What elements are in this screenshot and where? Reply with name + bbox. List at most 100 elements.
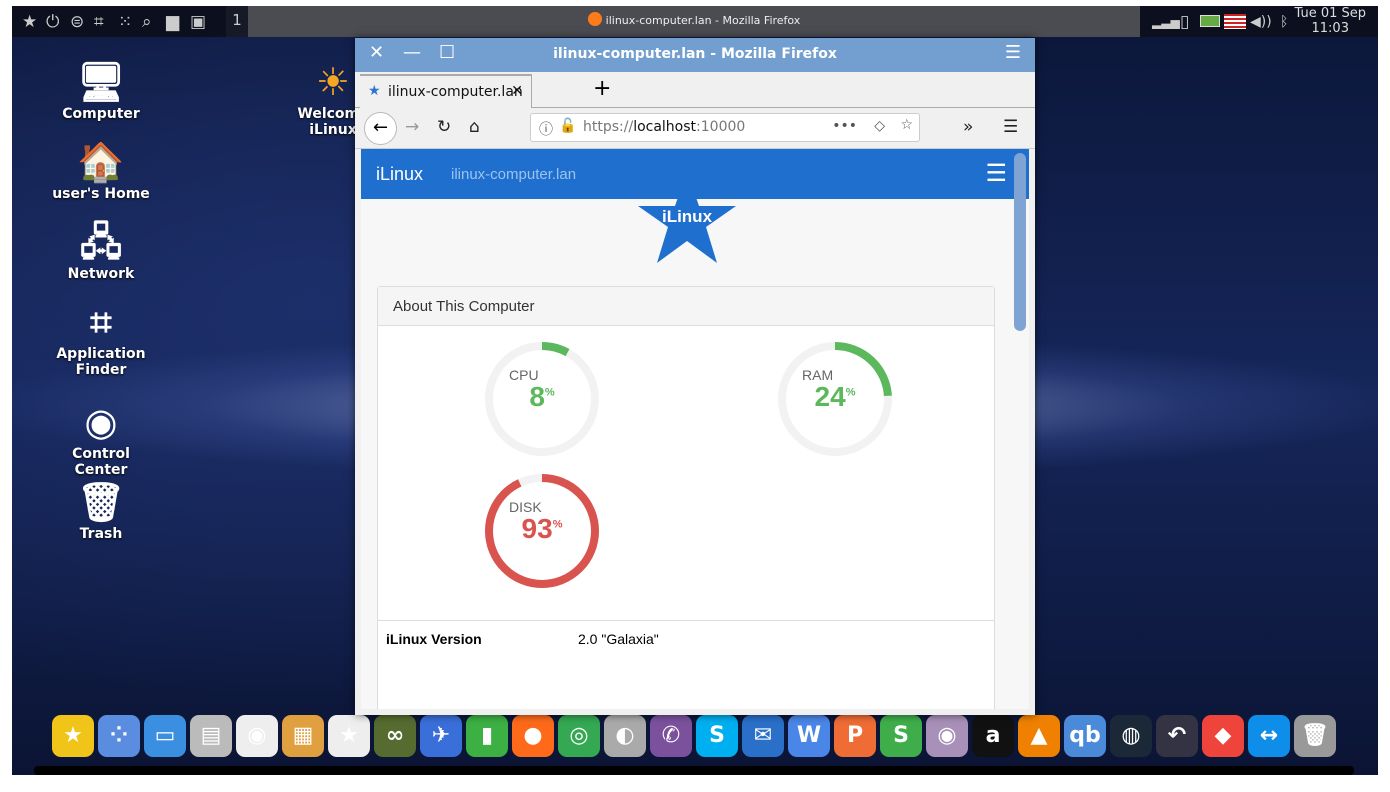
control-center-icon[interactable]: ◉ <box>236 715 278 757</box>
apps-icon[interactable]: ⁙ <box>118 12 132 32</box>
overflow-icon[interactable]: » <box>963 117 973 137</box>
wps-writer-icon[interactable]: W <box>788 715 830 757</box>
qbittorrent-icon[interactable]: qb <box>1064 715 1106 757</box>
ram-gauge: RAM 24% <box>777 341 893 457</box>
disk-gauge: DISK 93% <box>484 473 600 589</box>
bookmark-star-icon[interactable]: ☆ <box>900 117 913 133</box>
scrollbar-thumb[interactable] <box>1014 153 1026 331</box>
workspace-switcher[interactable]: 1 <box>226 6 248 37</box>
taskbar-button-firefox[interactable]: ilinux-computer.lan - Mozilla Firefox <box>248 6 1140 37</box>
steam-icon[interactable]: ◍ <box>1110 715 1152 757</box>
viber-icon[interactable]: ✆ <box>650 715 692 757</box>
cpu-gauge: CPU 8% <box>484 341 600 457</box>
anydesk-icon[interactable]: ◆ <box>1202 715 1244 757</box>
computer-icon: 🖥 <box>76 60 126 104</box>
store-icon[interactable]: ★ <box>328 715 370 757</box>
insecure-lock-icon[interactable]: 🔓 <box>559 118 576 134</box>
control-center-icon: ◉ <box>84 400 118 444</box>
signal-icon[interactable]: ▂▃▅ <box>1152 15 1180 29</box>
firefox-window: ✕ — ☐ ilinux-computer.lan - Mozilla Fire… <box>355 38 1035 715</box>
forward-icon[interactable]: → <box>405 117 419 137</box>
anydesk-a-icon[interactable]: a <box>972 715 1014 757</box>
home-icon[interactable]: ⌂ <box>469 117 480 137</box>
search-icon[interactable]: ⌕ <box>142 12 152 32</box>
google-earth-pro-icon[interactable]: ◐ <box>604 715 646 757</box>
rocket-icon[interactable]: ✈ <box>420 715 462 757</box>
desktop-icon-label: Network <box>67 266 135 282</box>
home-icon: 🏠 <box>77 140 125 184</box>
skype-icon[interactable]: S <box>696 715 738 757</box>
desktop-icon-user-s-home[interactable]: 🏠 user's Home <box>46 138 156 202</box>
page-actions-icon[interactable]: ••• <box>832 118 857 134</box>
site-brand[interactable]: iLinux <box>376 164 423 185</box>
info-row: iLinux Version 2.0 "Galaxia" <box>378 620 994 660</box>
pipe-icon[interactable]: ▮ <box>466 715 508 757</box>
webcam-icon[interactable]: ◉ <box>926 715 968 757</box>
new-tab-icon[interactable]: + <box>593 76 611 101</box>
volume-icon[interactable]: ◀)) <box>1250 14 1272 30</box>
close-tab-icon[interactable]: ✕ <box>511 83 523 99</box>
desktop-icon[interactable]: ▭ <box>144 715 186 757</box>
back-icon[interactable]: ← <box>364 112 397 145</box>
desktop-icon-label: Control Center <box>72 446 130 478</box>
gauge-value: 93% <box>521 513 563 544</box>
menu-icon[interactable]: ☰ <box>1003 117 1018 137</box>
firefox-icon[interactable]: ● <box>512 715 554 757</box>
hamburger-icon[interactable]: ☰ <box>985 159 1007 188</box>
desktop-icon-control-center[interactable]: ◉ Control Center <box>46 398 156 478</box>
chrome-icon[interactable]: ◎ <box>558 715 600 757</box>
desktop-icon[interactable]: ▣ <box>190 12 206 32</box>
window-titlebar[interactable]: ✕ — ☐ ilinux-computer.lan - Mozilla Fire… <box>355 38 1035 72</box>
navigation-bar: ← → ↻ ⌂ ⓘ 🔓 https://localhost:10000 ••• … <box>355 108 1035 149</box>
binoculars-icon: ⌗ <box>90 300 112 344</box>
restore-icon[interactable]: ↶ <box>1156 715 1198 757</box>
apps-icon[interactable]: ⁘ <box>98 715 140 757</box>
clock[interactable]: Tue 01 Sep 11:03 <box>1294 6 1366 36</box>
color-palette-icon[interactable]: ▦ <box>282 715 324 757</box>
ilinux-logo: iLinux <box>638 171 736 263</box>
binoculars-icon[interactable]: ∞ <box>374 715 416 757</box>
network-icon: 🖧 <box>79 220 123 264</box>
gauge-value: 24% <box>814 381 856 412</box>
desktop-icon-label: Application Finder <box>56 346 146 378</box>
desktop-icon-application-finder[interactable]: ⌗ Application Finder <box>46 298 156 378</box>
desktop-icon-computer[interactable]: 🖥 Computer <box>46 58 156 122</box>
site-host-link[interactable]: ilinux-computer.lan <box>451 166 576 183</box>
teamviewer-icon[interactable]: ↔ <box>1248 715 1290 757</box>
desktop-icon-network[interactable]: 🖧 Network <box>46 218 156 282</box>
gauge-value: 8% <box>529 381 555 412</box>
binoculars-icon[interactable]: ⌗ <box>94 12 104 32</box>
web-page: iLinux ilinux-computer.lan ☰ iLinux Abou… <box>361 149 1029 709</box>
toggle-icon[interactable]: ⊜ <box>70 12 84 32</box>
desktop-icon-label: Trash <box>79 526 123 542</box>
task-label: ilinux-computer.lan - Mozilla Firefox <box>605 14 801 27</box>
info-icon[interactable]: ⓘ <box>539 119 553 139</box>
trash-icon: 🗑 <box>76 480 126 524</box>
tab-ilinux[interactable]: ★ ilinux-computer.lan ✕ <box>360 74 532 108</box>
about-card: About This Computer CPU 8% RAM 24% DISK 93% i… <box>377 286 995 709</box>
window-menu-icon[interactable]: ☰ <box>1005 42 1021 63</box>
pocket-icon[interactable]: ◇ <box>874 118 885 134</box>
star-icon[interactable]: ★ <box>22 12 37 32</box>
wps-presentation-icon[interactable]: P <box>834 715 876 757</box>
reload-icon[interactable]: ↻ <box>437 117 451 137</box>
url-bar[interactable]: ⓘ 🔓 https://localhost:10000 ••• ◇ ☆ <box>530 113 920 142</box>
file-cabinet-icon[interactable]: ▤ <box>190 715 232 757</box>
bluetooth-icon[interactable]: ᛒ <box>1280 14 1288 30</box>
desktop-icon-trash[interactable]: 🗑 Trash <box>46 478 156 542</box>
welcome-icon[interactable]: ★ <box>52 715 94 757</box>
trash-icon[interactable]: 🗑 <box>1294 715 1336 757</box>
wps-spreadsheet-icon[interactable]: S <box>880 715 922 757</box>
tab-label: ilinux-computer.lan <box>388 84 523 100</box>
us-flag-icon[interactable] <box>1224 14 1246 29</box>
dock-shelf <box>34 766 1354 775</box>
vlc-icon[interactable]: ▲ <box>1018 715 1060 757</box>
card-title: About This Computer <box>378 287 994 326</box>
battery-icon[interactable] <box>1200 15 1220 27</box>
star-favicon-icon: ★ <box>368 83 381 99</box>
top-panel: ★ ⏻ ⊜ ⌗ ⁙ ⌕ ▆ ▣ 1 ilinux-computer.lan - Mozilla… <box>12 6 1378 37</box>
folder-icon[interactable]: ▆ <box>166 12 179 32</box>
clipboard-icon[interactable]: ▯ <box>1180 12 1189 32</box>
power-icon[interactable]: ⏻ <box>46 12 59 32</box>
thunderbird-icon[interactable]: ✉ <box>742 715 784 757</box>
